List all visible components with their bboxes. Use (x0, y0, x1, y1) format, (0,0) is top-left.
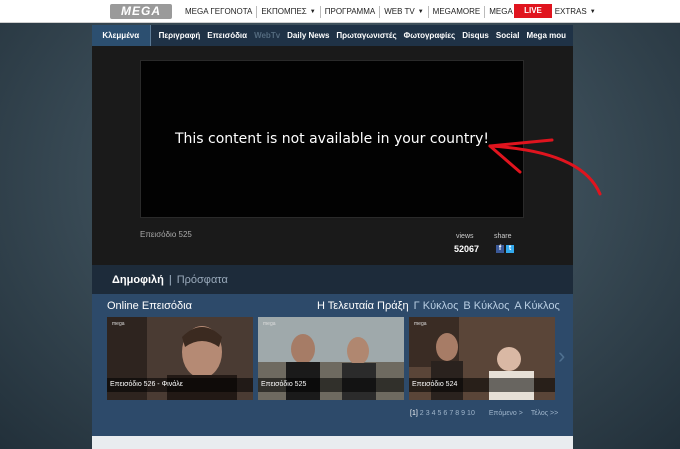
player-section: This content is not available in your co… (92, 46, 573, 265)
episode-caption: Επεισόδιο 524 (409, 378, 555, 392)
show-title[interactable]: Κλεμμένα Όνειρα (92, 25, 151, 61)
page-link[interactable]: 6 (443, 410, 447, 417)
nav-item-web-tv[interactable]: WEB TV ▼ (379, 5, 427, 18)
show-nav-photos[interactable]: Φωτογραφίες (404, 31, 456, 40)
show-navigation: Κλεμμένα Όνειρα Περιγραφή Επεισόδια WebT… (92, 25, 573, 61)
page-link[interactable]: 10 (467, 410, 475, 417)
tab-recent[interactable]: Πρόσφατα (177, 274, 228, 286)
nav-item-label: ΕΚΠΟΜΠΕΣ (261, 6, 307, 16)
episode-caption: Επεισόδιο 526 - Φινάλε (107, 378, 253, 392)
caret-down-icon: ▼ (417, 8, 424, 15)
current-episode-label: Επεισόδιο 525 (140, 230, 192, 239)
nav-item-label: ΠΡΟΓΡΑΜΜΑ (324, 6, 376, 16)
online-episodes-section: Online Επεισόδια Η Τελευταία Πράξη Γ Κύκ… (92, 294, 573, 432)
caret-down-icon: ▼ (589, 8, 596, 15)
mega-logo[interactable]: MEGA (110, 4, 172, 19)
tab-popular[interactable]: Δημοφιλή (112, 274, 164, 286)
live-button[interactable]: LIVE (514, 4, 552, 18)
nav-item-label: EXTRAS (554, 6, 587, 16)
nav-item-programma[interactable]: ΠΡΟΓΡΑΜΜΑ (319, 5, 379, 18)
popular-recent-tabs: Δημοφιλή | Πρόσφατα (92, 265, 573, 294)
share-icons: f t (496, 245, 514, 253)
mega-watermark-text: mega (414, 321, 427, 327)
nav-item-ekpompes[interactable]: ΕΚΠΟΜΠΕΣ ▼ (256, 5, 319, 18)
episode-thumbnail[interactable]: mega Επεισόδιο 526 - Φινάλε (107, 317, 253, 400)
nav-item-label: MEGAMORE (432, 6, 481, 16)
filter-last-act[interactable]: Η Τελευταία Πράξη (317, 300, 409, 312)
episodes-heading: Online Επεισόδια (107, 300, 192, 312)
show-nav-description[interactable]: Περιγραφή (159, 31, 201, 40)
tab-separator: | (168, 273, 172, 286)
season-filters: Η Τελευταία Πράξη Γ Κύκλος Β Κύκλος Α Κύ… (317, 300, 565, 312)
filter-season-a[interactable]: Α Κύκλος (514, 300, 559, 312)
nav-item-mega-gegonota[interactable]: MEGA ΓΕΓΟΝΟΤΑ (181, 6, 256, 18)
twitter-icon[interactable]: t (506, 245, 514, 253)
nav-item-label: MEGA ΓΕΓΟΝΟΤΑ (185, 6, 253, 16)
views-label: views (456, 233, 474, 240)
nav-item-extras[interactable]: EXTRAS ▼ (549, 5, 600, 18)
pager-next-link[interactable]: Επόμενο > (489, 410, 523, 417)
top-navigation-bar: MEGA MEGA ΓΕΓΟΝΟΤΑ ΕΚΠΟΜΠΕΣ ▼ ΠΡΟΓΡΑΜΜΑ W… (0, 0, 680, 23)
episode-caption: Επεισόδιο 525 (258, 378, 404, 392)
share-label: share (494, 233, 512, 240)
filter-season-b[interactable]: Β Κύκλος (463, 300, 509, 312)
page-link[interactable]: 5 (438, 410, 442, 417)
mega-watermark-text: mega (112, 321, 125, 327)
pager-last-link[interactable]: Τέλος >> (531, 410, 558, 417)
nav-item-megamore[interactable]: MEGAMORE (427, 5, 485, 18)
facebook-icon[interactable]: f (496, 245, 504, 253)
episode-thumbnail[interactable]: mega Επεισόδιο 525 (258, 317, 404, 400)
show-nav-cast[interactable]: Πρωταγωνιστές (336, 31, 396, 40)
show-nav-social[interactable]: Social (496, 31, 520, 40)
episode-thumbnail[interactable]: mega Επεισόδιο 524 (409, 317, 555, 400)
show-nav-disqus[interactable]: Disqus (462, 31, 489, 40)
nav-item-label: WEB TV (384, 6, 415, 16)
pagination: [1] 2 3 4 5 6 7 8 9 10 Επόμενο > Τέλος >… (410, 410, 558, 417)
mega-watermark-text: mega (263, 321, 276, 327)
show-nav-daily-news[interactable]: Daily News (287, 31, 329, 40)
page-link[interactable]: 9 (461, 410, 465, 417)
page-link[interactable]: 8 (455, 410, 459, 417)
page-link[interactable]: 4 (432, 410, 436, 417)
views-count: 52067 (454, 244, 480, 254)
show-nav-episodes[interactable]: Επεισόδια (207, 31, 247, 40)
caret-down-icon: ▼ (309, 8, 316, 15)
filter-season-c[interactable]: Γ Κύκλος (414, 300, 459, 312)
show-nav-webtv[interactable]: WebTv (254, 31, 280, 40)
geo-block-message: This content is not available in your co… (174, 131, 490, 147)
show-nav-mega-mou[interactable]: Mega mou (526, 31, 566, 40)
page-link[interactable]: 3 (426, 410, 430, 417)
video-player[interactable]: This content is not available in your co… (140, 60, 524, 218)
footer-strip (92, 432, 573, 449)
page-link[interactable]: 7 (449, 410, 453, 417)
show-nav-links: Περιγραφή Επεισόδια WebTv Daily News Πρω… (159, 31, 573, 40)
page-current: [1] (410, 410, 418, 417)
carousel-next-icon[interactable]: › (558, 345, 570, 367)
page-link[interactable]: 2 (420, 410, 424, 417)
